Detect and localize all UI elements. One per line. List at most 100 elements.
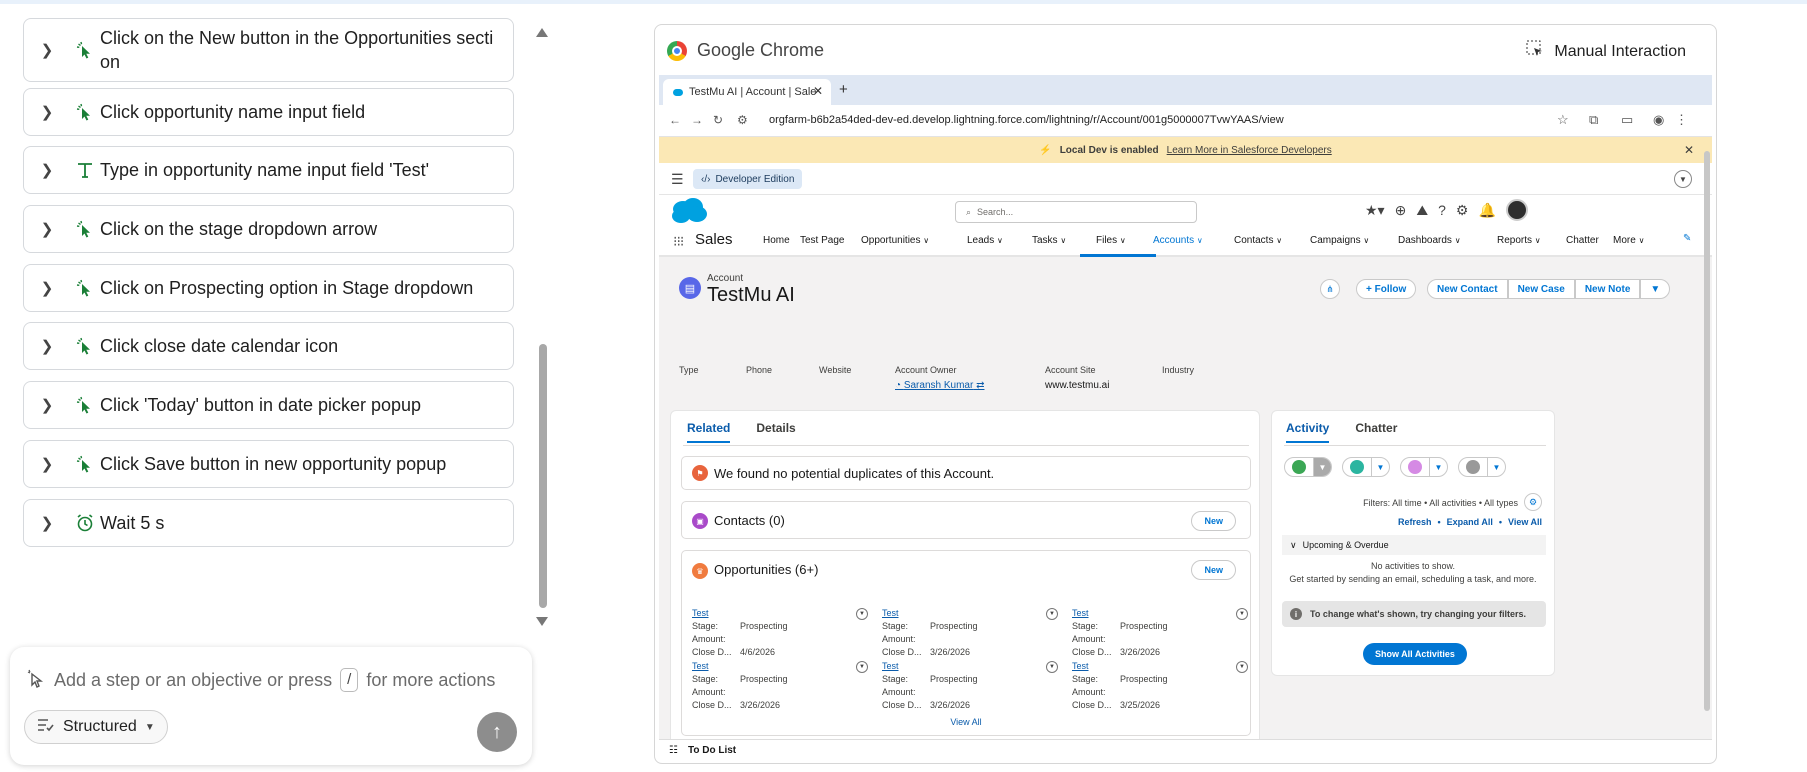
nav-item-contacts[interactable]: Contacts ∨ — [1234, 235, 1282, 246]
edit-nav-pencil-icon[interactable]: ✎ — [1683, 233, 1691, 244]
step-item[interactable]: ❯ Click on Prospecting option in Stage dr… — [23, 264, 514, 312]
chevron-down-icon[interactable]: ∨ — [1120, 236, 1126, 245]
step-item[interactable]: ❯ Type in opportunity name input field 'T… — [23, 146, 514, 194]
row-actions-dropdown[interactable]: ▼ — [1236, 608, 1248, 620]
expand-all-link[interactable]: Expand All — [1447, 517, 1493, 527]
step-item[interactable]: ❯ Click Save button in new opportunity po… — [23, 440, 514, 488]
caret-down-icon[interactable]: ▼ — [1313, 458, 1331, 476]
profile-icon[interactable]: ◉ — [1653, 112, 1664, 128]
chevron-down-icon[interactable]: ∨ — [1276, 236, 1282, 245]
chevron-down-icon[interactable]: ∨ — [1363, 236, 1369, 245]
add-icon[interactable]: ⊕ — [1395, 202, 1407, 219]
view-all-activity-link[interactable]: View All — [1508, 517, 1542, 527]
hierarchy-button[interactable]: ⋔ — [1320, 279, 1340, 299]
tab-activity[interactable]: Activity — [1286, 421, 1330, 443]
learn-more-link[interactable]: Learn More in Salesforce Developers — [1167, 145, 1332, 156]
favorites-icon[interactable]: ★▾ — [1365, 202, 1385, 219]
nav-item-home[interactable]: Home — [763, 235, 790, 246]
chevron-down-icon[interactable]: ∨ — [997, 236, 1003, 245]
chevron-right-icon[interactable]: ❯ — [24, 455, 70, 473]
nav-item-tasks[interactable]: Tasks ∨ — [1032, 235, 1066, 246]
new-task-button[interactable]: ▼ — [1284, 457, 1332, 477]
caret-down-icon[interactable]: ▼ — [1429, 458, 1447, 476]
nav-item-accounts[interactable]: Accounts ∨ — [1153, 235, 1203, 246]
nav-item-campaigns[interactable]: Campaigns ∨ — [1310, 235, 1369, 246]
refresh-link[interactable]: Refresh — [1398, 517, 1432, 527]
caret-down-icon[interactable]: ▼ — [1487, 458, 1505, 476]
chevron-down-icon[interactable]: ∨ — [1535, 236, 1541, 245]
app-launcher-icon[interactable]: ⁝⁝⁝ — [673, 233, 684, 250]
row-actions-dropdown[interactable]: ▼ — [1236, 661, 1248, 673]
chevron-right-icon[interactable]: ❯ — [24, 220, 70, 238]
extensions-icon[interactable]: ⧉ — [1589, 112, 1598, 128]
opportunities-title[interactable]: Opportunities (6+) — [714, 562, 818, 577]
email-button[interactable]: ▼ — [1458, 457, 1506, 477]
chevron-right-icon[interactable]: ❯ — [24, 396, 70, 414]
scrollbar-thumb[interactable] — [539, 344, 547, 608]
reload-icon[interactable]: ↻ — [713, 113, 723, 127]
nav-item-dashboards[interactable]: Dashboards ∨ — [1398, 235, 1461, 246]
new-tab-button[interactable]: + — [839, 81, 848, 98]
chevron-down-icon[interactable]: ∨ — [1197, 236, 1203, 245]
step-item[interactable]: ❯ Click 'Today' button in date picker pop… — [23, 381, 514, 429]
header-dropdown-icon[interactable]: ▼ — [1674, 170, 1692, 188]
bookmark-star-icon[interactable]: ☆ — [1557, 112, 1569, 128]
chevron-down-icon[interactable]: ∨ — [1060, 236, 1066, 245]
nav-item-reports[interactable]: Reports ∨ — [1497, 235, 1541, 246]
composer-placeholder[interactable]: Add a step or an objective or press / fo… — [54, 668, 495, 692]
menu-kebab-icon[interactable]: ⋮ — [1675, 112, 1688, 128]
row-actions-dropdown[interactable]: ▼ — [856, 608, 868, 620]
filter-settings-gear-icon[interactable]: ⚙ — [1524, 493, 1542, 511]
close-banner-icon[interactable]: ✕ — [1684, 143, 1694, 157]
chevron-right-icon[interactable]: ❯ — [24, 279, 70, 297]
user-avatar[interactable] — [1505, 199, 1528, 221]
row-actions-dropdown[interactable]: ▼ — [1046, 661, 1058, 673]
opportunity-name-link[interactable]: Test — [692, 608, 868, 618]
nav-item-files[interactable]: Files ∨ — [1096, 235, 1126, 246]
browser-tab[interactable]: TestMu AI | Account | Sale ✕ — [663, 79, 831, 105]
new-contact-button[interactable]: New Contact — [1427, 279, 1508, 299]
manual-interaction-button[interactable]: Manual Interaction — [1526, 40, 1686, 63]
new-opportunity-button[interactable]: New — [1191, 560, 1236, 580]
send-button[interactable]: ↑ — [477, 712, 517, 752]
new-note-button[interactable]: New Note — [1574, 279, 1641, 299]
help-icon[interactable]: ? — [1438, 202, 1446, 218]
new-event-button[interactable]: ▼ — [1400, 457, 1448, 477]
trailhead-icon[interactable]: ⛰ — [1416, 202, 1428, 219]
developer-edition-badge[interactable]: ‹/› Developer Edition — [693, 169, 803, 189]
tab-chatter[interactable]: Chatter — [1355, 421, 1397, 443]
follow-button[interactable]: + Follow — [1356, 279, 1417, 299]
nav-item-leads[interactable]: Leads ∨ — [967, 235, 1003, 246]
scroll-down-arrow[interactable] — [536, 617, 548, 626]
chevron-right-icon[interactable]: ❯ — [24, 161, 70, 179]
tab-search-icon[interactable]: ▭ — [1621, 112, 1633, 128]
opportunity-name-link[interactable]: Test — [882, 661, 1058, 671]
back-icon[interactable]: ← — [669, 113, 681, 127]
notifications-bell-icon[interactable]: 🔔 — [1478, 202, 1495, 219]
account-owner-link[interactable]: ◔ Saransh Kumar ⇄ — [895, 380, 984, 391]
view-all-opportunities-link[interactable]: View All — [682, 717, 1250, 727]
close-tab-icon[interactable]: ✕ — [813, 84, 823, 98]
opportunity-name-link[interactable]: Test — [882, 608, 1058, 618]
setup-gear-icon[interactable]: ⚙ — [1456, 202, 1469, 219]
row-actions-dropdown[interactable]: ▼ — [856, 661, 868, 673]
chevron-right-icon[interactable]: ❯ — [24, 41, 70, 59]
page-scrollbar[interactable] — [1704, 151, 1710, 711]
show-all-activities-button[interactable]: Show All Activities — [1363, 643, 1467, 665]
nav-item-chatter[interactable]: Chatter — [1566, 235, 1599, 246]
hamburger-icon[interactable]: ☰ — [671, 171, 684, 188]
opportunity-name-link[interactable]: Test — [692, 661, 868, 671]
chevron-down-icon[interactable]: ∨ — [1639, 236, 1645, 245]
scroll-up-arrow[interactable] — [536, 28, 548, 37]
global-search-input[interactable]: ⌕ Search... — [955, 201, 1197, 223]
opportunity-name-link[interactable]: Test — [1072, 608, 1248, 618]
chevron-down-icon[interactable]: ∨ — [923, 236, 929, 245]
step-composer[interactable]: Add a step or an objective or press / fo… — [10, 647, 532, 765]
tab-related[interactable]: Related — [687, 421, 731, 443]
nav-item-opportunities[interactable]: Opportunities ∨ — [861, 235, 929, 246]
step-item[interactable]: ❯ Click on the stage dropdown arrow — [23, 205, 514, 253]
caret-down-icon[interactable]: ▼ — [1371, 458, 1389, 476]
todo-list-bar[interactable]: ☷ To Do List — [659, 739, 1712, 761]
upcoming-overdue-section[interactable]: ∨ Upcoming & Overdue — [1282, 535, 1546, 555]
mode-dropdown[interactable]: Structured ▼ — [24, 710, 168, 744]
